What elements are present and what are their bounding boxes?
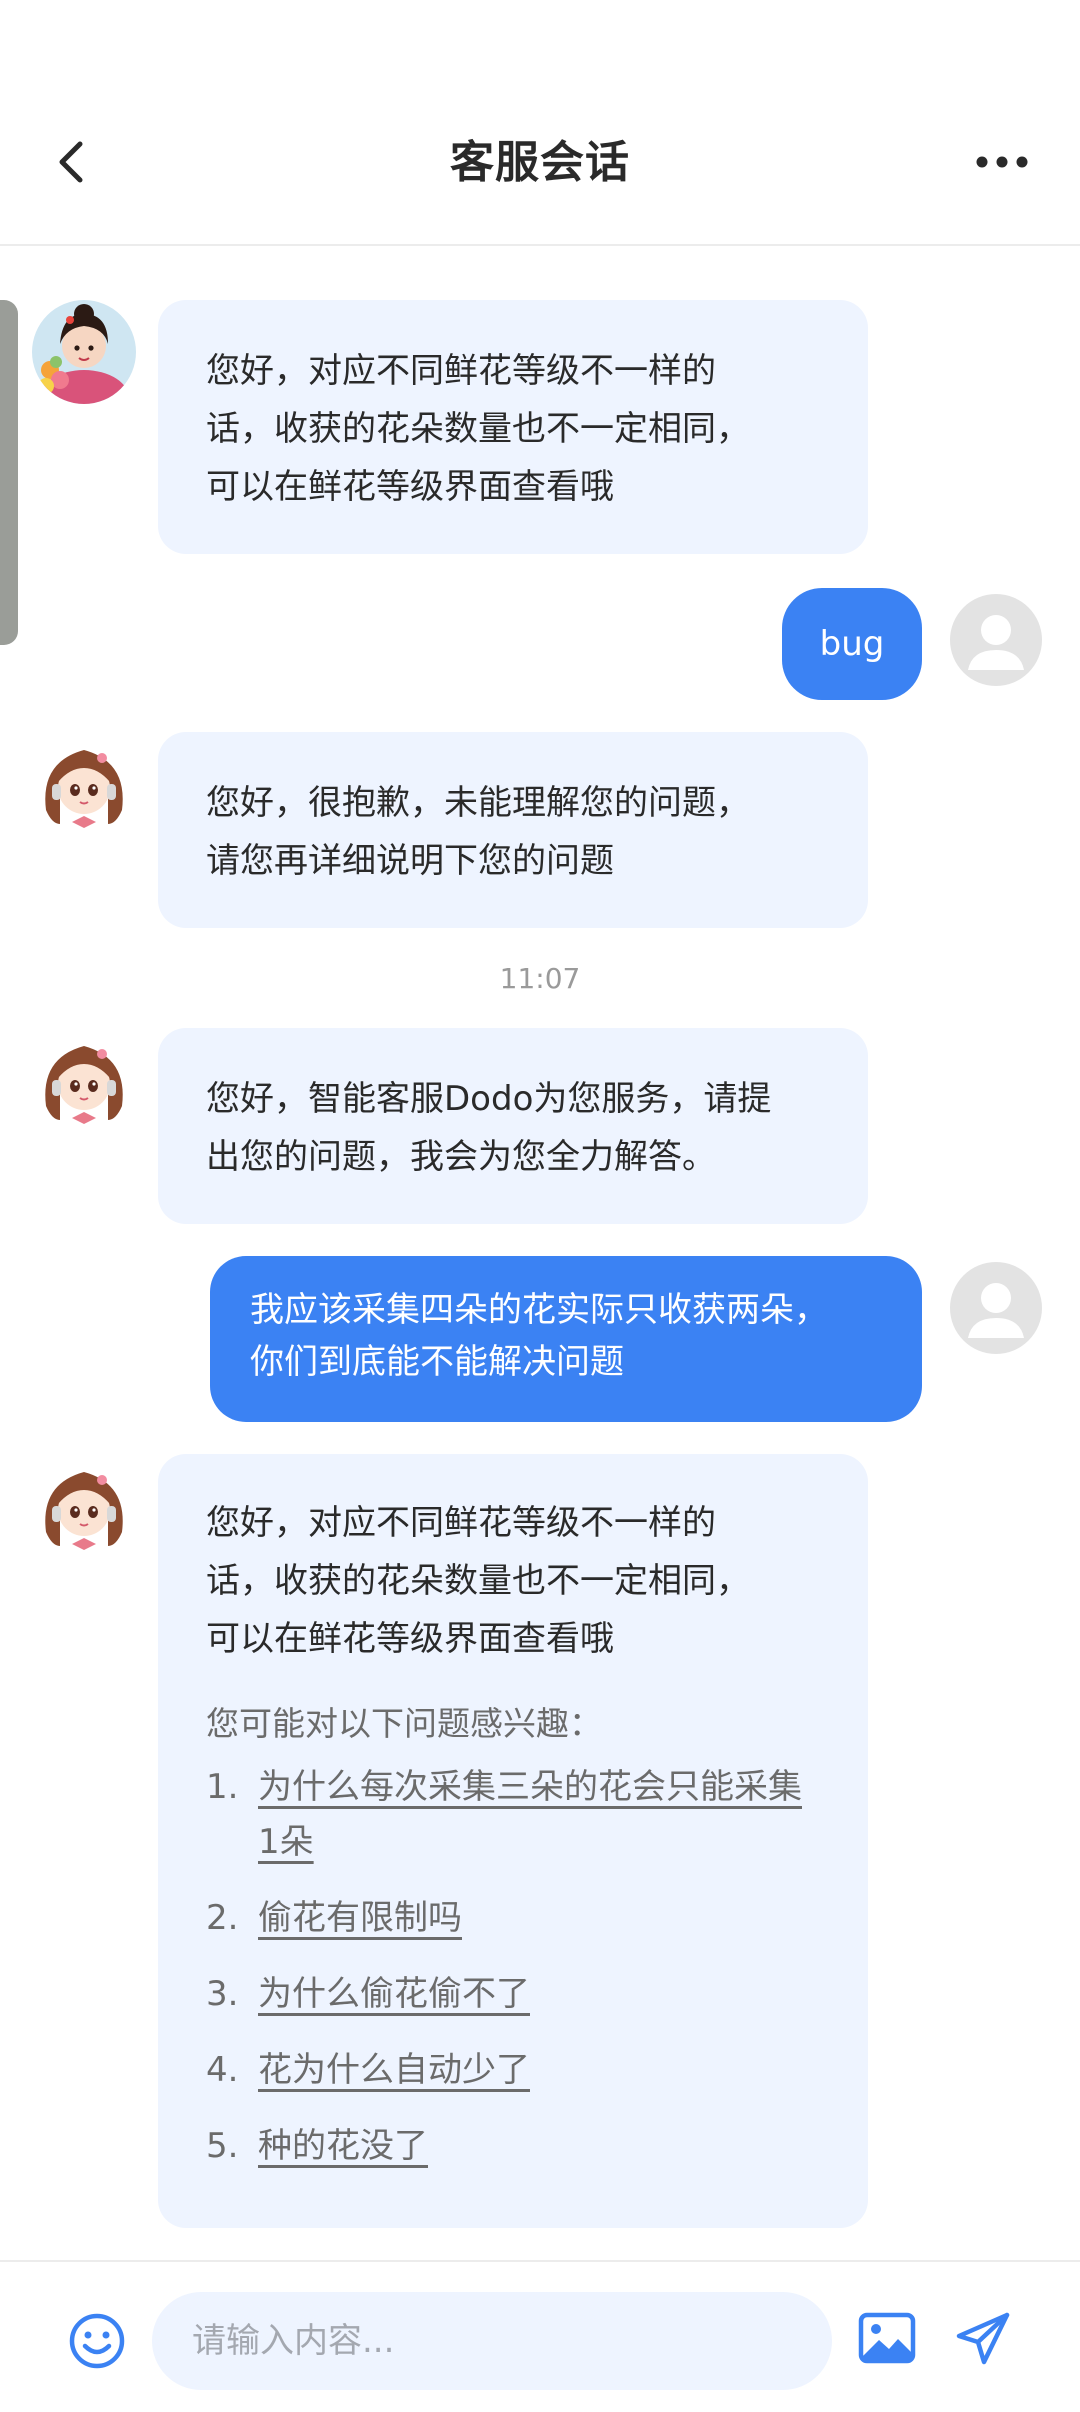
- message-line: 您好，很抱歉，未能理解您的问题，: [206, 783, 750, 823]
- agent-message-bubble: 您好，对应不同鲜花等级不一样的 话，收获的花朵数量也不一定相同， 可以在鲜花等级…: [158, 1454, 868, 2228]
- list-item: 3. 为什么偷花偷不了: [206, 1967, 820, 2022]
- suggestion-link[interactable]: 为什么每次采集三朵的花会只能采集1朵: [258, 1760, 820, 1870]
- suggestion-link[interactable]: 偷花有限制吗: [258, 1891, 462, 1946]
- message-line: 您好，对应不同鲜花等级不一样的: [206, 351, 716, 391]
- list-item: 1. 为什么每次采集三朵的花会只能采集1朵: [206, 1760, 820, 1870]
- page-title: 客服会话: [450, 137, 630, 188]
- send-icon[interactable]: [954, 2310, 1012, 2368]
- list-item: 2. 偷花有限制吗: [206, 1891, 820, 1946]
- message-line: 可以在鲜花等级界面查看哦: [206, 1619, 614, 1659]
- message-line: 您好，智能客服Dodo为您服务，请提: [206, 1079, 772, 1119]
- list-number: 3.: [206, 1974, 239, 2014]
- message-line: 话，收获的花朵数量也不一定相同，: [206, 1561, 750, 1601]
- default-user-avatar: [950, 1262, 1042, 1354]
- smiley-icon[interactable]: [68, 2312, 126, 2370]
- headset-girl-avatar: [32, 1454, 136, 1558]
- list-number: 2.: [206, 1898, 239, 1938]
- message-line: 您好，对应不同鲜花等级不一样的: [206, 1503, 716, 1543]
- timestamp: 11:07: [499, 962, 581, 995]
- agent-message-bubble: 您好，智能客服Dodo为您服务，请提 出您的问题，我会为您全力解答。: [158, 1028, 868, 1224]
- list-item: 4. 花为什么自动少了: [206, 2043, 820, 2098]
- headset-girl-avatar: [32, 1028, 136, 1132]
- message-line: 话，收获的花朵数量也不一定相同，: [206, 409, 750, 449]
- more-icon[interactable]: [972, 142, 1032, 182]
- image-icon[interactable]: [858, 2312, 916, 2364]
- girl-with-flowers-avatar: [32, 300, 136, 404]
- list-item: 5. 种的花没了: [206, 2119, 820, 2174]
- agent-message-bubble: 您好，对应不同鲜花等级不一样的 话，收获的花朵数量也不一定相同， 可以在鲜花等级…: [158, 300, 868, 554]
- message-input[interactable]: [152, 2292, 832, 2390]
- agent-message-bubble: 您好，很抱歉，未能理解您的问题， 请您再详细说明下您的问题: [158, 732, 868, 928]
- header-bar: 客服会话: [0, 0, 1080, 246]
- list-number: 5.: [206, 2126, 239, 2166]
- message-line: 你们到底能不能解决问题: [250, 1342, 624, 1382]
- message-line: 出您的问题，我会为您全力解答。: [206, 1137, 716, 1177]
- message-line: 可以在鲜花等级界面查看哦: [206, 467, 614, 507]
- list-number: 1.: [206, 1767, 239, 1807]
- suggestion-link[interactable]: 种的花没了: [258, 2119, 428, 2174]
- side-floating-tab[interactable]: [0, 300, 18, 645]
- list-number: 4.: [206, 2050, 239, 2090]
- message-line: 请您再详细说明下您的问题: [206, 841, 614, 881]
- input-bar: [0, 2260, 1080, 2412]
- suggestion-link[interactable]: 花为什么自动少了: [258, 2043, 530, 2098]
- suggestions-title: 您可能对以下问题感兴趣：: [206, 1704, 602, 1743]
- message-line: 我应该采集四朵的花实际只收获两朵，: [250, 1290, 828, 1330]
- message-text: bug: [819, 624, 885, 664]
- suggestions-list: 1. 为什么每次采集三朵的花会只能采集1朵 2. 偷花有限制吗 3. 为什么偷花…: [206, 1760, 820, 2174]
- headset-girl-avatar: [32, 732, 136, 836]
- default-user-avatar: [950, 594, 1042, 686]
- suggestion-link[interactable]: 为什么偷花偷不了: [258, 1967, 530, 2022]
- user-message-bubble: bug: [782, 588, 922, 700]
- user-message-bubble: 我应该采集四朵的花实际只收获两朵， 你们到底能不能解决问题: [210, 1256, 922, 1422]
